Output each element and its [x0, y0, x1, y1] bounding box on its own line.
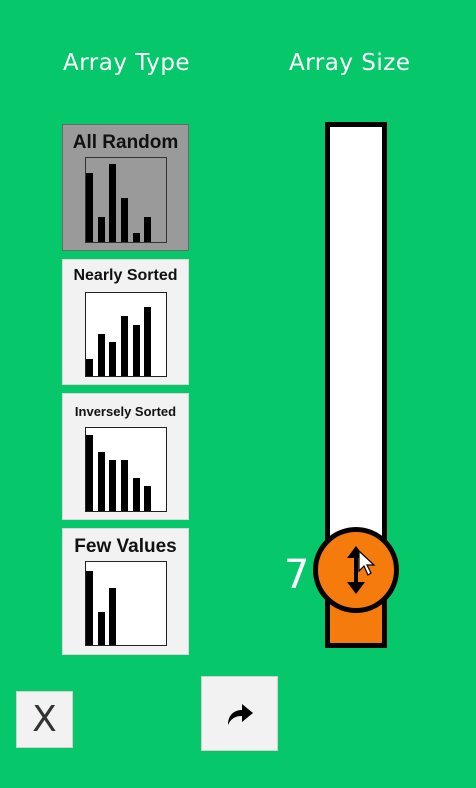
- preview-bar: [97, 612, 105, 645]
- array-type-all-random-button[interactable]: All Random: [62, 124, 189, 251]
- array-type-heading: Array Type: [63, 50, 191, 76]
- preview-bar: [86, 571, 93, 645]
- preview-bar: [97, 217, 105, 242]
- array-type-inversely-sorted-button[interactable]: Inversely Sorted: [62, 393, 189, 520]
- preview-bar: [120, 316, 128, 376]
- array-size-slider-handle[interactable]: [313, 527, 399, 613]
- mouse-cursor-icon: [358, 550, 376, 576]
- preview-bar: [144, 307, 152, 376]
- preview-bar: [97, 334, 105, 376]
- preview-bar: [86, 435, 93, 511]
- preview-bar: [120, 198, 128, 242]
- array-type-label: Few Values: [74, 536, 177, 557]
- array-type-few-values-button[interactable]: Few Values: [62, 528, 189, 655]
- preview-bar: [120, 460, 128, 511]
- preview-bar: [86, 173, 93, 242]
- array-preview-chart: [85, 292, 167, 377]
- vertical-arrows-icon: [347, 546, 365, 594]
- preview-bar: [86, 359, 93, 376]
- close-label: X: [32, 699, 57, 740]
- preview-bar: [144, 217, 152, 242]
- preview-bar: [132, 233, 140, 242]
- array-type-nearly-sorted-button[interactable]: Nearly Sorted: [62, 259, 189, 385]
- preview-bar: [97, 452, 105, 511]
- preview-bar: [109, 342, 117, 376]
- array-type-label: All Random: [72, 132, 179, 153]
- array-preview-chart: [85, 561, 167, 646]
- preview-bar: [109, 460, 117, 511]
- preview-bar: [132, 325, 140, 376]
- preview-bar: [109, 164, 117, 242]
- redo-arrow-icon: [227, 703, 253, 725]
- array-preview-chart: [85, 157, 167, 243]
- array-preview-chart: [85, 427, 167, 512]
- array-size-heading: Array Size: [289, 50, 411, 76]
- array-size-value: 7: [284, 552, 310, 598]
- preview-bar: [109, 588, 117, 645]
- preview-bar: [144, 486, 152, 511]
- close-button[interactable]: X: [16, 691, 73, 748]
- preview-bar: [132, 478, 140, 511]
- next-button[interactable]: [201, 676, 278, 751]
- array-type-label: Nearly Sorted: [73, 267, 178, 284]
- array-type-label: Inversely Sorted: [74, 404, 177, 419]
